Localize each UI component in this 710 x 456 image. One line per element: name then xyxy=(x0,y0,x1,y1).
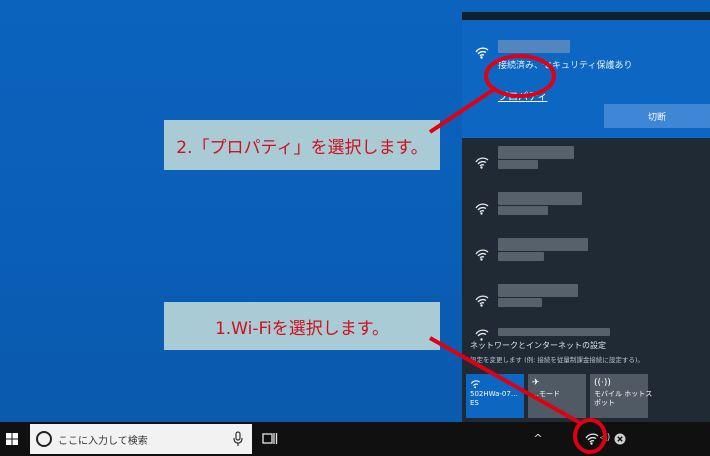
network-flyout: 接続済み、セキュリティ保護あり プロパティ 切断 ネットワークとインターネットの… xyxy=(462,12,710,422)
network-settings-description: 設定を変更します (例: 接続を従量制課金接続に設定する)。 xyxy=(470,356,644,364)
network-status-redacted xyxy=(498,206,548,215)
network-status-redacted xyxy=(498,252,544,261)
taskbar: ここに入力して検索 ^ ◁) xyxy=(0,422,710,456)
network-list-item[interactable] xyxy=(462,184,710,228)
network-list-item[interactable] xyxy=(462,276,710,320)
network-name-redacted xyxy=(498,40,570,53)
wifi-icon xyxy=(474,246,490,262)
task-view-icon[interactable] xyxy=(262,430,278,448)
taskbar-search-box[interactable]: ここに入力して検索 xyxy=(30,424,252,454)
quick-action-airplane-mode[interactable]: ✈ …モード xyxy=(528,374,586,418)
quick-action-label: 502HWa-07… ES xyxy=(470,390,518,407)
instruction-step-2: 2.「プロパティ」を選択します。 xyxy=(164,120,440,170)
chevron-up-icon[interactable]: ^ xyxy=(530,428,546,448)
flyout-top-bar xyxy=(462,12,710,20)
network-list-item[interactable] xyxy=(462,322,710,342)
notification-x-icon[interactable] xyxy=(614,430,628,445)
wifi-icon xyxy=(474,154,490,170)
hotspot-icon: ((·)) xyxy=(594,378,611,388)
properties-link[interactable]: プロパティ xyxy=(498,88,547,103)
volume-icon[interactable]: ◁) xyxy=(598,430,612,446)
network-name-redacted xyxy=(498,328,610,336)
connected-network[interactable]: 接続済み、セキュリティ保護あり プロパティ 切断 xyxy=(462,20,710,138)
disconnect-button[interactable]: 切断 xyxy=(604,104,710,128)
connection-status: 接続済み、セキュリティ保護あり xyxy=(498,61,633,71)
network-status-redacted xyxy=(498,160,538,169)
wifi-icon xyxy=(474,44,490,60)
cortana-icon xyxy=(36,431,52,447)
network-name-redacted xyxy=(498,238,588,251)
instruction-step-1: 1.Wi-Fiを選択します。 xyxy=(164,302,440,350)
network-name-redacted xyxy=(498,146,574,159)
quick-action-label: モバイル ホットス ポット xyxy=(594,390,653,407)
start-button[interactable] xyxy=(0,422,24,456)
search-placeholder: ここに入力して検索 xyxy=(58,436,148,447)
network-list-item[interactable] xyxy=(462,230,710,274)
wifi-icon xyxy=(474,292,490,308)
airplane-icon: ✈ xyxy=(532,378,540,388)
quick-action-label: …モード xyxy=(532,390,560,398)
quick-action-wifi[interactable]: 502HWa-07… ES xyxy=(466,374,524,418)
microphone-icon[interactable] xyxy=(232,431,244,447)
network-name-redacted xyxy=(498,192,582,205)
network-name-redacted xyxy=(498,284,578,297)
network-list-item[interactable] xyxy=(462,138,710,182)
network-settings-link[interactable]: ネットワークとインターネットの設定 xyxy=(470,340,606,351)
wifi-icon xyxy=(474,200,490,216)
network-status-redacted xyxy=(498,298,542,307)
wifi-icon xyxy=(470,378,520,390)
windows-logo-icon xyxy=(6,430,18,449)
quick-action-mobile-hotspot[interactable]: ((·)) モバイル ホットス ポット xyxy=(590,374,653,418)
